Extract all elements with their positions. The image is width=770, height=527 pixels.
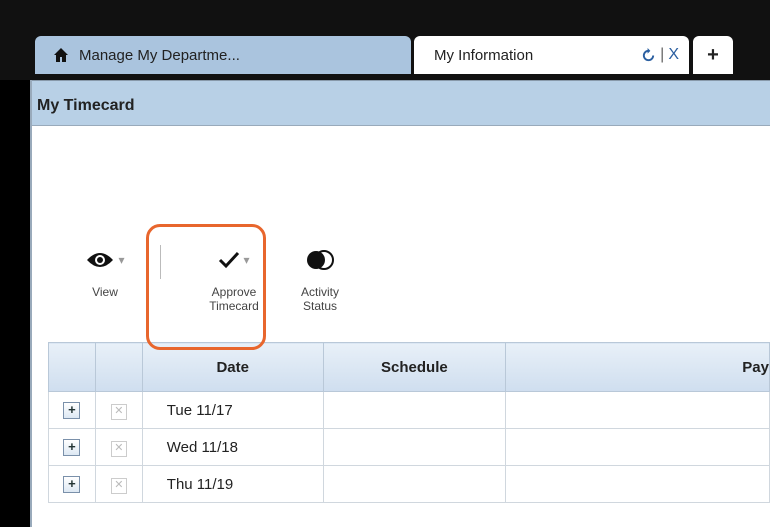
add-row-button[interactable]: + (63, 476, 81, 493)
pay-cell[interactable] (505, 391, 770, 429)
toggle-circles-icon (307, 250, 334, 270)
grid-header-delete (94, 342, 143, 392)
timecard-grid: Date Schedule Pay + ✕ Tue 11/17 + ✕ Wed … (48, 342, 770, 503)
grid-header-row: Date Schedule Pay (48, 342, 770, 392)
panel-header: My Timecard (32, 80, 770, 126)
refresh-icon[interactable] (641, 47, 656, 63)
page-title: My Timecard (37, 97, 135, 114)
add-row-button[interactable]: + (63, 402, 81, 419)
add-row-button[interactable]: + (63, 439, 81, 456)
table-row: + ✕ Thu 11/19 (48, 465, 770, 503)
grid-header-pay[interactable]: Pay (505, 342, 770, 392)
date-cell[interactable]: Tue 11/17 (141, 391, 324, 429)
activity-status-button[interactable]: Activity Status (290, 245, 350, 313)
pay-cell[interactable] (505, 428, 770, 466)
eye-icon (87, 253, 114, 267)
tab-label: Manage My Departme... (79, 46, 240, 64)
tab-manage-my-department[interactable]: Manage My Departme... (35, 36, 411, 74)
table-row: + ✕ Tue 11/17 (48, 391, 770, 429)
grid-header-add (48, 342, 96, 392)
date-cell[interactable]: Thu 11/19 (141, 465, 324, 503)
date-cell[interactable]: Wed 11/18 (141, 428, 324, 466)
schedule-cell[interactable] (322, 428, 507, 466)
tab-my-information[interactable]: My Information | X (414, 36, 689, 74)
timecard-panel: My Timecard ▾ View ▾ Approve Timecard Ac… (30, 80, 770, 527)
view-button[interactable]: ▾ View (80, 245, 130, 299)
delete-row-button[interactable]: ✕ (110, 477, 127, 494)
home-icon (54, 48, 68, 62)
approve-timecard-highlight (146, 224, 266, 350)
close-icon[interactable]: X (668, 46, 679, 64)
grid-header-schedule[interactable]: Schedule (322, 342, 507, 392)
view-label: View (92, 285, 118, 299)
add-tab-button[interactable]: + (693, 36, 733, 74)
activity-label-line2: Status (302, 299, 338, 313)
tab-label: My Information (434, 46, 534, 64)
plus-icon: + (707, 43, 719, 66)
delete-row-button[interactable]: ✕ (110, 440, 127, 457)
schedule-cell[interactable] (322, 391, 507, 429)
tab-action-separator: | (660, 46, 665, 63)
delete-row-button[interactable]: ✕ (110, 403, 127, 420)
schedule-cell[interactable] (322, 465, 507, 503)
pay-cell[interactable] (505, 465, 770, 503)
chevron-down-icon: ▾ (118, 253, 125, 267)
activity-label-line1: Activity (300, 285, 339, 299)
table-row: + ✕ Wed 11/18 (48, 428, 770, 466)
